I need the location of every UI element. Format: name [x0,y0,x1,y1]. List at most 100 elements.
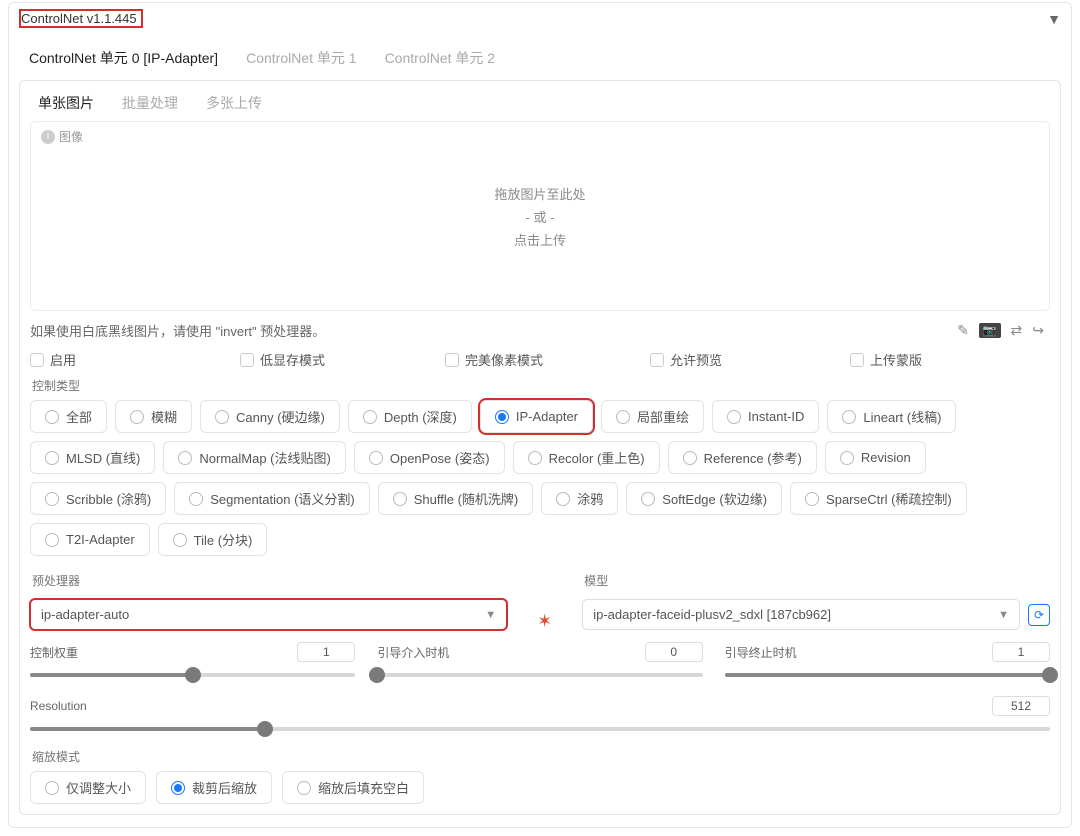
swap-icon[interactable]: ⇄ [1011,322,1023,339]
slider-start: 引导介入时机 0 [377,642,702,684]
check-lowvram[interactable]: 低显存模式 [240,350,445,369]
unit-tab-2[interactable]: ControlNet 单元 2 [383,42,497,74]
control-type-option[interactable]: Canny (硬边缘) [200,400,340,433]
control-type-option-label: 模糊 [151,407,177,426]
model-select[interactable]: ip-adapter-faceid-plusv2_sdxl [187cb962]… [582,599,1020,630]
slider-weight-track[interactable] [30,666,355,684]
control-type-option[interactable]: Segmentation (语义分割) [174,482,370,515]
resize-mode-option[interactable]: 缩放后填充空白 [282,771,424,804]
arrow-up-icon[interactable]: ↪ [1032,322,1044,339]
drop-zone-corner-text: 图像 [59,128,83,145]
pencil-icon[interactable]: ✎ [957,322,969,339]
check-pixelperfect[interactable]: 完美像素模式 [445,350,650,369]
radio-icon [495,410,509,424]
control-type-option-label: SoftEdge (软边缘) [662,489,767,508]
image-drop-zone[interactable]: i 图像 拖放图片至此处 - 或 - 点击上传 [30,121,1050,311]
toolbar-icon-row: ✎ 📷 ⇄ ↪ [957,322,1050,339]
control-type-option[interactable]: Instant-ID [712,400,819,433]
collapse-caret-icon[interactable]: ▼ [1047,11,1061,27]
control-type-option[interactable]: Shuffle (随机洗牌) [378,482,534,515]
control-type-option[interactable]: T2I-Adapter [30,523,150,556]
control-type-option[interactable]: MLSD (直线) [30,441,155,474]
sub-tabs: 单张图片 批量处理 多张上传 [30,89,1050,117]
preprocessor-select[interactable]: ip-adapter-auto ▼ [30,599,507,630]
radio-icon [189,492,203,506]
radio-icon [178,451,192,465]
check-uploadmask[interactable]: 上传蒙版 [850,350,1050,369]
control-type-option[interactable]: SparseCtrl (稀疏控制) [790,482,967,515]
slider-end-track[interactable] [725,666,1050,684]
control-type-option-label: T2I-Adapter [66,532,135,547]
radio-icon [805,492,819,506]
panel-body: ControlNet 单元 0 [IP-Adapter] ControlNet … [9,34,1071,827]
control-type-option[interactable]: Recolor (重上色) [513,441,660,474]
control-type-option[interactable]: OpenPose (姿态) [354,441,505,474]
resize-mode-radio-group: 仅调整大小裁剪后缩放缩放后填充空白 [30,771,1050,804]
panel-title: ControlNet v1.1.445 [21,11,137,26]
control-type-option[interactable]: Depth (深度) [348,400,472,433]
control-type-option[interactable]: IP-Adapter [480,400,593,433]
radio-icon [528,451,542,465]
control-type-option[interactable]: 局部重绘 [601,400,704,433]
control-type-option[interactable]: Revision [825,441,926,474]
sub-tab-single[interactable]: 单张图片 [36,89,96,117]
resize-mode-label: 缩放模式 [32,748,1050,765]
radio-icon [393,492,407,506]
preprocessor-value: ip-adapter-auto [41,607,169,622]
unit-tab-0[interactable]: ControlNet 单元 0 [IP-Adapter] [27,42,220,74]
control-type-option-label: 全部 [66,407,92,426]
unit-tab-1[interactable]: ControlNet 单元 1 [244,42,358,74]
slider-resolution-track[interactable] [30,720,1050,738]
control-type-option[interactable]: SoftEdge (软边缘) [626,482,782,515]
slider-start-value[interactable]: 0 [645,642,703,662]
resize-mode-option[interactable]: 裁剪后缩放 [156,771,272,804]
radio-icon [45,451,59,465]
radio-icon [641,492,655,506]
sub-tab-multi[interactable]: 多张上传 [204,89,264,117]
slider-resolution-value[interactable]: 512 [992,696,1050,716]
slider-end-value[interactable]: 1 [992,642,1050,662]
control-type-option-label: Tile (分块) [194,530,253,549]
resize-mode-option[interactable]: 仅调整大小 [30,771,146,804]
control-type-option[interactable]: 涂鸦 [541,482,618,515]
options-check-row: 启用 低显存模式 完美像素模式 允许预览 上传蒙版 [30,350,1050,369]
radio-icon [45,781,59,795]
control-type-option[interactable]: 全部 [30,400,107,433]
control-type-option[interactable]: Tile (分块) [158,523,268,556]
control-type-option-label: Shuffle (随机洗牌) [414,489,519,508]
refresh-models-button[interactable]: ⟳ [1028,604,1050,626]
control-type-option-label: Canny (硬边缘) [236,407,325,426]
unit-tabs: ControlNet 单元 0 [IP-Adapter] ControlNet … [19,42,1061,74]
control-type-option[interactable]: Reference (参考) [668,441,817,474]
slider-end: 引导终止时机 1 [725,642,1050,684]
check-preview[interactable]: 允许预览 [650,350,850,369]
dropdown-caret-icon: ▼ [485,609,496,621]
radio-icon [215,410,229,424]
control-type-radio-group: 全部 模糊 Canny (硬边缘) Depth (深度) IP-Adapter 局部重绘I… [30,400,1050,556]
control-type-option-label: 涂鸦 [577,489,603,508]
info-icon: i [41,130,55,144]
slider-end-label: 引导终止时机 [725,644,797,661]
radio-icon [173,533,187,547]
control-type-option[interactable]: 模糊 [115,400,192,433]
sub-tab-batch[interactable]: 批量处理 [120,89,180,117]
check-enable[interactable]: 启用 [30,350,240,369]
radio-icon [130,410,144,424]
control-type-option[interactable]: Lineart (线稿) [827,400,956,433]
control-type-option-label: IP-Adapter [516,409,578,424]
panel-header[interactable]: ControlNet v1.1.445 ▼ [9,3,1071,34]
preprocess-run-icon[interactable]: ✶ [537,612,552,630]
invert-hint-text: 如果使用白底黑线图片，请使用 "invert" 预处理器。 [30,321,325,340]
control-type-option[interactable]: NormalMap (法线贴图) [163,441,345,474]
radio-icon [840,451,854,465]
control-type-option-label: Segmentation (语义分割) [210,489,355,508]
slider-start-track[interactable] [377,666,702,684]
slider-weight-label: 控制权重 [30,644,78,661]
slider-weight-value[interactable]: 1 [297,642,355,662]
radio-icon [171,781,185,795]
camera-icon[interactable]: 📷 [979,323,1001,338]
title-highlight-box: ControlNet v1.1.445 [19,9,143,28]
radio-icon [616,410,630,424]
model-value: ip-adapter-faceid-plusv2_sdxl [187cb962] [593,607,831,622]
control-type-option[interactable]: Scribble (涂鸦) [30,482,166,515]
